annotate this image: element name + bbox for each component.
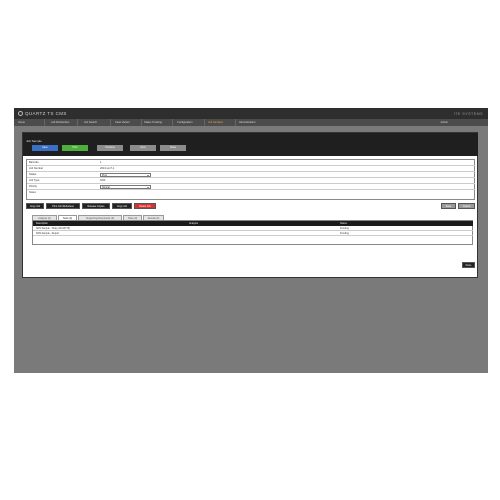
job-number-value: 2013-xxx7-1: [100, 167, 115, 171]
release-copies-button[interactable]: Release Copies: [82, 203, 110, 209]
next-button[interactable]: Next: [130, 145, 156, 151]
nav-item-administration[interactable]: Administration: [239, 121, 255, 124]
cancel-button[interactable]: Cancel: [458, 203, 475, 209]
nav-item-home[interactable]: Home: [18, 121, 25, 124]
job-number-label: Job Number: [29, 167, 44, 171]
nav-divider: [172, 119, 173, 126]
previous-button[interactable]: Previous: [97, 145, 123, 151]
panel-title: Job Sample: [26, 139, 42, 143]
tests-table: Description Analysis Status SDS Sample -…: [32, 220, 473, 245]
nav-divider: [44, 119, 45, 126]
copy-job-button[interactable]: Copy Job: [26, 203, 44, 209]
app-window: QUARTZ TS CMS ITE SYSTEMS Home Lab Worko…: [14, 108, 488, 373]
row-status: Pending: [340, 232, 349, 236]
delete-job-button[interactable]: Delete Job: [134, 203, 156, 209]
priority-label: Priority: [29, 185, 38, 189]
nav-item-status-tracking[interactable]: Status Tracking: [144, 121, 162, 124]
done-button[interactable]: Done: [462, 262, 475, 268]
panel-header: Job Sample Save Print Previous Next Clos…: [23, 133, 478, 156]
logo-icon: [18, 111, 23, 116]
form-row-notes: Notes: [27, 190, 475, 200]
status-select-value: Prep: [102, 173, 108, 177]
barcode-label: Barcode: [29, 161, 39, 165]
column-header-status[interactable]: Status: [340, 222, 347, 225]
main-nav: Home Lab Workorders Job Search Case View…: [14, 119, 488, 126]
nav-divider: [77, 119, 78, 126]
priority-select[interactable]: Normal: [100, 184, 151, 189]
close-button[interactable]: Close: [160, 145, 186, 151]
job-sample-panel: Job Sample Save Print Previous Next Clos…: [22, 132, 478, 278]
chevron-down-icon: [147, 174, 150, 176]
nav-item-job-samples[interactable]: Job Samples: [208, 121, 223, 124]
nav-item-case-viewer[interactable]: Case Viewer: [115, 121, 130, 124]
copy-job-secondary-button[interactable]: Copy Job: [112, 203, 132, 209]
print-worksheet-button[interactable]: Print Job Worksheet: [46, 203, 80, 209]
save-secondary-button[interactable]: Save: [441, 203, 456, 209]
job-form: Barcode 1 Job Number 2013-xxx7-1 Status …: [26, 159, 475, 200]
status-select[interactable]: Prep: [100, 172, 151, 177]
job-type-label: Job Type: [29, 179, 40, 183]
column-header-analysis[interactable]: Analysis: [189, 222, 198, 225]
nav-item-job-search[interactable]: Job Search: [84, 121, 97, 124]
row-description: SDS Sample - Report: [36, 232, 59, 236]
job-type-value: SDS: [100, 179, 106, 183]
column-header-description[interactable]: Description: [36, 222, 48, 225]
priority-select-value: Normal: [102, 185, 110, 189]
nav-item-configuration[interactable]: Configuration: [177, 121, 192, 124]
nav-divider: [235, 119, 236, 126]
app-header: QUARTZ TS CMS ITE SYSTEMS: [14, 108, 488, 119]
nav-divider: [110, 119, 111, 126]
nav-item-lab-workorders[interactable]: Lab Workorders: [51, 121, 69, 124]
save-button[interactable]: Save: [32, 145, 58, 151]
print-button[interactable]: Print: [62, 145, 88, 151]
status-label: Status: [29, 173, 37, 177]
app-title: QUARTZ TS CMS: [25, 111, 67, 116]
row-status: Pending: [340, 227, 349, 231]
nav-divider: [141, 119, 142, 126]
notes-label: Notes: [29, 191, 36, 195]
row-description: SDS Sample - Wrap (00-00778): [36, 227, 70, 231]
vendor-label: ITE SYSTEMS: [453, 111, 483, 116]
barcode-value: 1: [100, 161, 102, 165]
table-row[interactable]: SDS Sample - Report Pending: [33, 231, 473, 236]
user-menu[interactable]: Admin: [441, 121, 448, 124]
nav-divider: [204, 119, 205, 126]
chevron-down-icon: [147, 186, 150, 188]
